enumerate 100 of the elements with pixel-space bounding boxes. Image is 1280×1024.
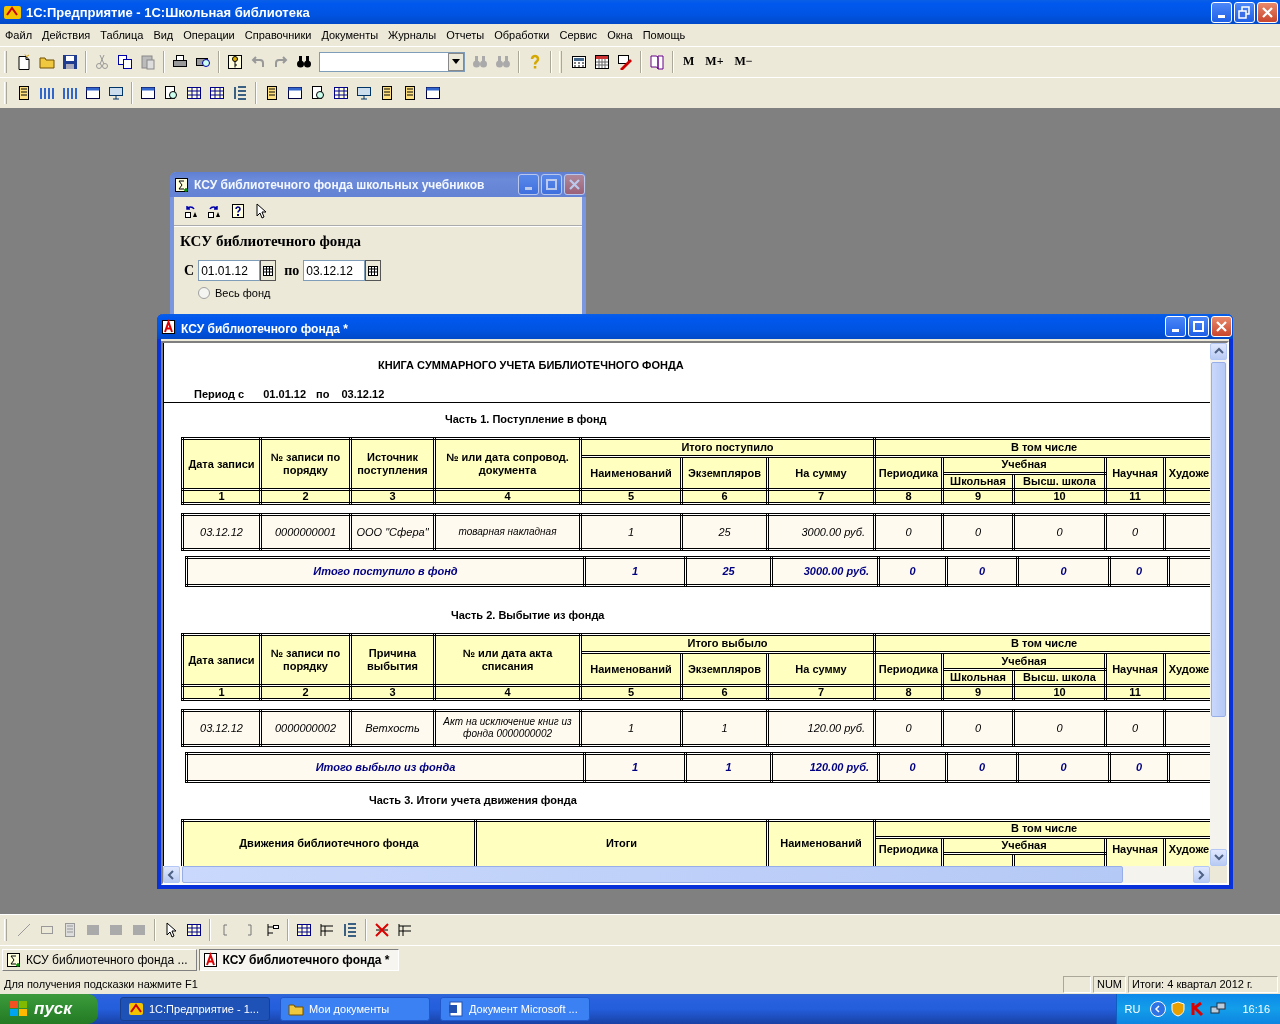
menu-item[interactable]: Отчеты bbox=[441, 29, 490, 41]
memory-button[interactable]: M− bbox=[732, 54, 755, 69]
menu-item[interactable]: Сервис bbox=[554, 29, 603, 41]
date-field[interactable]: 03.12.12 bbox=[303, 260, 366, 281]
section-title: Часть 2. Выбытие из фонда bbox=[451, 609, 606, 622]
menu-item[interactable]: Таблица bbox=[95, 29, 149, 41]
header-cell: На сумму bbox=[767, 456, 875, 490]
minimize-button[interactable] bbox=[1211, 1, 1232, 23]
menu-item[interactable]: Вид bbox=[148, 29, 179, 41]
column-number: 3 bbox=[350, 685, 435, 700]
rows-icon[interactable] bbox=[232, 84, 248, 101]
memory-button[interactable]: M bbox=[681, 54, 697, 69]
new-document-icon[interactable] bbox=[16, 53, 32, 70]
grid-icon[interactable] bbox=[319, 921, 335, 938]
note-icon[interactable] bbox=[379, 84, 395, 101]
period-text: 03.12.12 bbox=[341, 388, 385, 400]
cursor-icon[interactable] bbox=[253, 203, 269, 219]
cursor-icon[interactable] bbox=[163, 921, 179, 938]
grid-icon[interactable] bbox=[397, 921, 413, 938]
pen-icon[interactable] bbox=[617, 53, 633, 70]
clipboard-icon[interactable] bbox=[140, 53, 156, 70]
total-cell: 0 bbox=[1017, 557, 1110, 586]
copy-icon[interactable] bbox=[117, 53, 133, 70]
date-field[interactable]: 01.01.12 bbox=[198, 260, 261, 281]
arrow-icon[interactable] bbox=[207, 203, 223, 219]
total-cell: 1 bbox=[584, 557, 686, 586]
scroll-down-button[interactable] bbox=[1210, 849, 1227, 866]
window-icon[interactable] bbox=[287, 84, 303, 101]
column-number: 9 bbox=[942, 489, 1014, 504]
dropdown-button[interactable] bbox=[448, 52, 464, 71]
window-icon[interactable] bbox=[85, 84, 101, 101]
window-title: 1С:Предприятие - 1С:Школьная библиотека bbox=[26, 4, 311, 20]
header-cell: Научная bbox=[1105, 652, 1165, 686]
radio-button[interactable] bbox=[198, 287, 210, 299]
maximize-button[interactable] bbox=[541, 174, 562, 195]
magnifier-icon[interactable] bbox=[163, 84, 179, 101]
note-icon[interactable] bbox=[16, 84, 32, 101]
note-icon[interactable] bbox=[264, 84, 280, 101]
taskbar-button[interactable]: Документ Microsoft ... bbox=[440, 997, 590, 1021]
note-icon[interactable] bbox=[402, 84, 418, 101]
menu-item[interactable]: Файл bbox=[0, 29, 38, 41]
magnifier-icon[interactable] bbox=[310, 84, 326, 101]
start-button[interactable]: пуск bbox=[0, 994, 98, 1024]
binoculars-icon[interactable] bbox=[296, 53, 312, 70]
scrollbar-thumb[interactable] bbox=[1211, 362, 1226, 717]
calendar-button[interactable] bbox=[260, 260, 277, 281]
menu-item[interactable]: Обработки bbox=[489, 29, 555, 41]
status-panel bbox=[1062, 975, 1091, 993]
tree-icon[interactable] bbox=[264, 921, 280, 938]
calendar-icon bbox=[263, 265, 274, 276]
window-icon[interactable] bbox=[140, 84, 156, 101]
calendar-icon[interactable] bbox=[594, 53, 610, 70]
minimize-button[interactable] bbox=[518, 174, 539, 195]
scroll-up-button[interactable] bbox=[1210, 343, 1227, 360]
header-cell: В том числе bbox=[874, 634, 1210, 653]
show-hidden-icons-button[interactable] bbox=[1150, 1001, 1167, 1017]
rows-icon[interactable] bbox=[342, 921, 358, 938]
menu-item[interactable]: Помощь bbox=[637, 29, 691, 41]
printer-icon[interactable] bbox=[172, 53, 188, 70]
section-title: Часть 1. Поступление в фонд bbox=[445, 413, 608, 425]
vertical-scrollbar[interactable] bbox=[1210, 343, 1227, 866]
shield-icon[interactable] bbox=[1170, 1001, 1187, 1017]
monitor-icon[interactable] bbox=[356, 84, 372, 101]
taskbar-button[interactable]: Мои документы bbox=[280, 997, 430, 1021]
menu-item[interactable]: Операции bbox=[178, 29, 240, 41]
help-icon[interactable] bbox=[230, 203, 246, 219]
close-button[interactable] bbox=[564, 174, 585, 195]
maximize-button[interactable] bbox=[1188, 316, 1209, 337]
close-button[interactable] bbox=[1257, 1, 1278, 23]
scroll-right-button[interactable] bbox=[1193, 866, 1210, 883]
menu-item[interactable]: Справочники bbox=[239, 29, 317, 41]
network-icon[interactable] bbox=[1210, 1001, 1227, 1017]
key-icon[interactable] bbox=[227, 53, 243, 70]
window-tab[interactable]: КСУ библиотечного фонда * bbox=[198, 948, 399, 971]
table-icon[interactable] bbox=[333, 84, 349, 101]
arrow-icon[interactable] bbox=[184, 203, 200, 219]
book-icon[interactable] bbox=[649, 53, 665, 70]
memory-button[interactable]: M+ bbox=[703, 54, 726, 69]
calculator-icon[interactable] bbox=[571, 53, 587, 70]
minimize-button[interactable] bbox=[1165, 316, 1186, 337]
table-icon[interactable] bbox=[296, 921, 312, 938]
header-cell: Итоги bbox=[475, 820, 768, 866]
menu-item[interactable]: Окна bbox=[602, 29, 638, 41]
menu-item[interactable]: Документы bbox=[316, 29, 384, 41]
form-heading: КСУ библиотечного фонда bbox=[180, 233, 363, 250]
cross-icon[interactable] bbox=[374, 921, 390, 938]
table-icon[interactable] bbox=[186, 921, 202, 938]
menu-item[interactable]: Действия bbox=[37, 29, 96, 41]
window-icon[interactable] bbox=[425, 84, 441, 101]
window-tab[interactable]: КСУ библиотечного фонда ... bbox=[2, 948, 197, 971]
menu-item[interactable]: Журналы bbox=[383, 29, 442, 41]
close-button[interactable] bbox=[1211, 316, 1232, 337]
table-icon[interactable] bbox=[186, 84, 202, 101]
table-cell: 0000000001 bbox=[260, 514, 351, 550]
scroll-left-button[interactable] bbox=[163, 866, 180, 883]
restore-button[interactable] bbox=[1234, 1, 1255, 23]
calendar-button[interactable] bbox=[365, 260, 382, 281]
taskbar-button[interactable]: 1С:Предприятие - 1... bbox=[120, 997, 270, 1021]
monitor-icon[interactable] bbox=[108, 84, 124, 101]
table-icon[interactable] bbox=[209, 84, 225, 101]
